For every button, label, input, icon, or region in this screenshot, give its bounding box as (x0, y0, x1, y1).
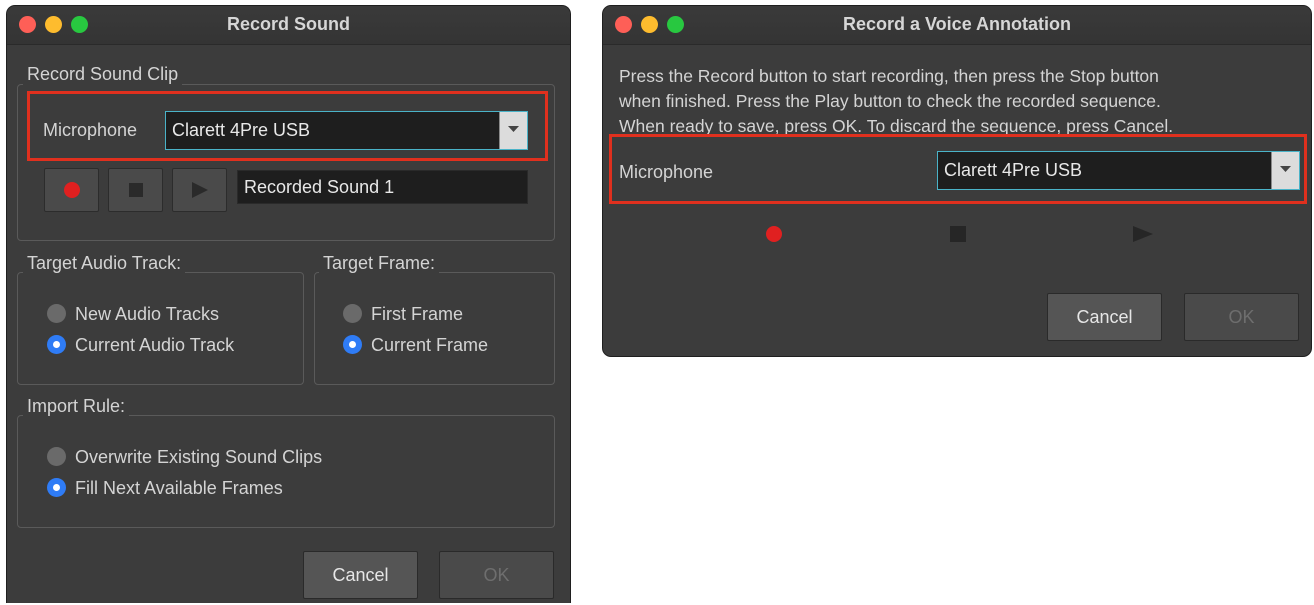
record-icon[interactable] (765, 225, 783, 243)
record-sound-clip-label: Record Sound Clip (23, 63, 183, 85)
radio-label: Current Audio Track (75, 335, 235, 355)
target-frame-label: Target Frame: (319, 252, 440, 274)
target-audio-track-group (17, 272, 304, 385)
radio-dot-selected (47, 478, 66, 497)
radio-label: New Audio Tracks (75, 304, 220, 324)
radio-label: Current Frame (371, 335, 489, 355)
voice-annotation-window: Record a Voice Annotation Press the Reco… (602, 5, 1312, 357)
ok-button[interactable]: OK (1184, 293, 1299, 341)
radio-label: Overwrite Existing Sound Clips (75, 447, 323, 467)
import-rule-group (17, 415, 555, 528)
cancel-button[interactable]: Cancel (303, 551, 418, 599)
window-title: Record a Voice Annotation (842, 14, 1072, 34)
radio-dot-selected (47, 335, 66, 354)
target-audio-track-label: Target Audio Track: (23, 252, 186, 274)
stop-icon[interactable] (950, 226, 966, 242)
record-icon (63, 182, 80, 198)
stop-button[interactable] (108, 168, 163, 212)
radio-dot (47, 447, 66, 466)
highlight-box (27, 91, 548, 161)
instructions-line: when finished. Press the Play button to … (619, 91, 1161, 111)
play-icon[interactable] (1133, 226, 1153, 242)
ok-button[interactable]: OK (439, 551, 554, 599)
title-bar: Record Sound (7, 6, 570, 45)
radio-dot-selected (343, 335, 362, 354)
title-bar: Record a Voice Annotation (603, 6, 1311, 45)
radio-label: Fill Next Available Frames (75, 478, 283, 498)
import-rule-label: Import Rule: (23, 395, 130, 417)
instructions-text: Press the Record button to start recordi… (619, 64, 1309, 139)
instructions-line: Press the Record button to start recordi… (619, 66, 1159, 86)
radio-dot (47, 304, 66, 323)
cancel-button[interactable]: Cancel (1047, 293, 1162, 341)
record-button[interactable] (44, 168, 99, 212)
window-title: Record Sound (226, 14, 350, 34)
target-frame-group (314, 272, 555, 385)
sound-name-field[interactable]: Recorded Sound 1 (237, 170, 528, 204)
record-sound-window: Record Sound Record Sound Clip Microphon… (6, 5, 571, 603)
highlight-box (609, 134, 1307, 204)
radio-dot (343, 304, 362, 323)
radio-label: First Frame (371, 304, 463, 324)
play-button[interactable] (172, 168, 227, 212)
play-icon (191, 182, 208, 198)
stop-icon (128, 183, 143, 197)
